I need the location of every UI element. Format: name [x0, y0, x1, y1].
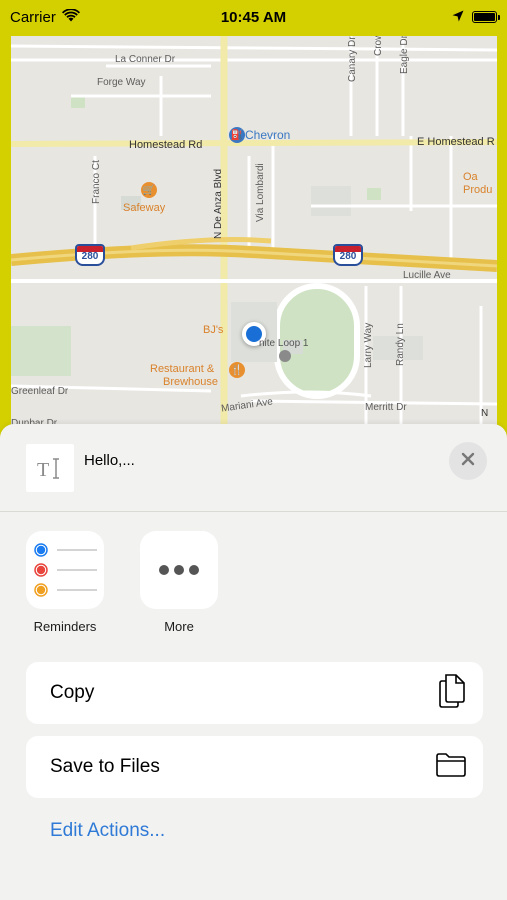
text-document-icon: T — [26, 444, 74, 492]
status-right — [452, 9, 500, 26]
app-more[interactable]: More — [140, 531, 218, 634]
map-label-lucille: Lucille Ave — [403, 270, 451, 281]
save-to-files-action[interactable]: Save to Files — [26, 736, 483, 798]
map-label-oak-prod[interactable]: Oa Produ — [463, 171, 497, 197]
map-label-chevron[interactable]: Chevron — [245, 128, 290, 142]
wifi-icon — [61, 7, 80, 26]
close-icon — [461, 452, 475, 471]
folder-icon — [435, 752, 467, 783]
map-label-via-lombardi: Via Lombardi — [255, 163, 266, 222]
map-label-n-right: N — [481, 408, 489, 419]
edit-actions-link[interactable]: Edit Actions... — [50, 820, 165, 842]
restaurant-icon[interactable]: 🍴 — [229, 362, 245, 378]
map-label-la-conner: La Conner Dr — [115, 54, 176, 65]
map-roads — [11, 36, 497, 436]
map-label-crow: Crow — [373, 36, 384, 56]
map-label-homestead: Homestead Rd — [129, 139, 203, 151]
copy-action-label: Copy — [50, 682, 95, 703]
map-label-eagle: Eagle Dr — [399, 36, 410, 74]
shield-number-left: 280 — [81, 251, 99, 262]
location-arrow-icon — [452, 9, 464, 26]
map-label-de-anza: N De Anza Blvd — [213, 168, 224, 239]
map-label-forge-way: Forge Way — [97, 77, 146, 88]
interstate-shield-right: 280 — [333, 244, 363, 266]
status-bar: Carrier 10:45 AM — [0, 0, 507, 34]
shield-number-right: 280 — [339, 251, 357, 262]
app-reminders[interactable]: Reminders — [26, 531, 104, 634]
svg-text:T: T — [37, 459, 49, 480]
save-to-files-label: Save to Files — [50, 756, 160, 777]
gas-station-icon[interactable]: ⛽ — [229, 127, 245, 143]
reminders-icon — [26, 531, 104, 609]
map-label-safeway[interactable]: Safeway — [123, 202, 165, 214]
share-sheet-header: T Hello,... — [0, 424, 507, 512]
map-label-bjs-1[interactable]: BJ's — [203, 324, 223, 336]
close-button[interactable] — [449, 442, 487, 480]
map-label-infinite-loop: nite Loop 1 — [259, 338, 309, 349]
map-label-merritt: Merritt Dr — [365, 402, 407, 413]
campus-icon[interactable] — [279, 350, 291, 362]
map-label-canary: Canary Dr — [347, 36, 358, 82]
status-left: Carrier — [10, 7, 80, 26]
shopping-cart-icon[interactable]: 🛒 — [141, 182, 157, 198]
map-label-bjs-3[interactable]: Brewhouse — [163, 376, 218, 388]
app-label-reminders: Reminders — [33, 619, 97, 634]
interstate-shield-left: 280 — [75, 244, 105, 266]
map-label-greenleaf: Greenleaf Dr — [11, 386, 69, 397]
app-label-more: More — [164, 619, 194, 634]
copy-icon — [437, 673, 467, 713]
more-icon — [140, 531, 218, 609]
carrier-label: Carrier — [10, 8, 56, 26]
copy-action[interactable]: Copy — [26, 662, 483, 724]
map-label-randy: Randy Ln — [395, 323, 406, 366]
map-label-larry: Larry Way — [363, 322, 374, 368]
map-view[interactable]: La Conner Dr Forge Way Homestead Rd E Ho… — [11, 36, 497, 436]
battery-icon — [472, 11, 500, 23]
share-sheet: T Hello,... Reminders More Copy Save to … — [0, 424, 507, 900]
map-label-e-homestead: E Homestead R — [417, 136, 495, 148]
share-sheet-title: Hello,... — [84, 452, 135, 469]
map-label-bjs-2[interactable]: Restaurant & — [150, 363, 214, 375]
map-label-franco-ct: Franco Ct — [91, 160, 102, 204]
battery-level — [474, 13, 495, 21]
